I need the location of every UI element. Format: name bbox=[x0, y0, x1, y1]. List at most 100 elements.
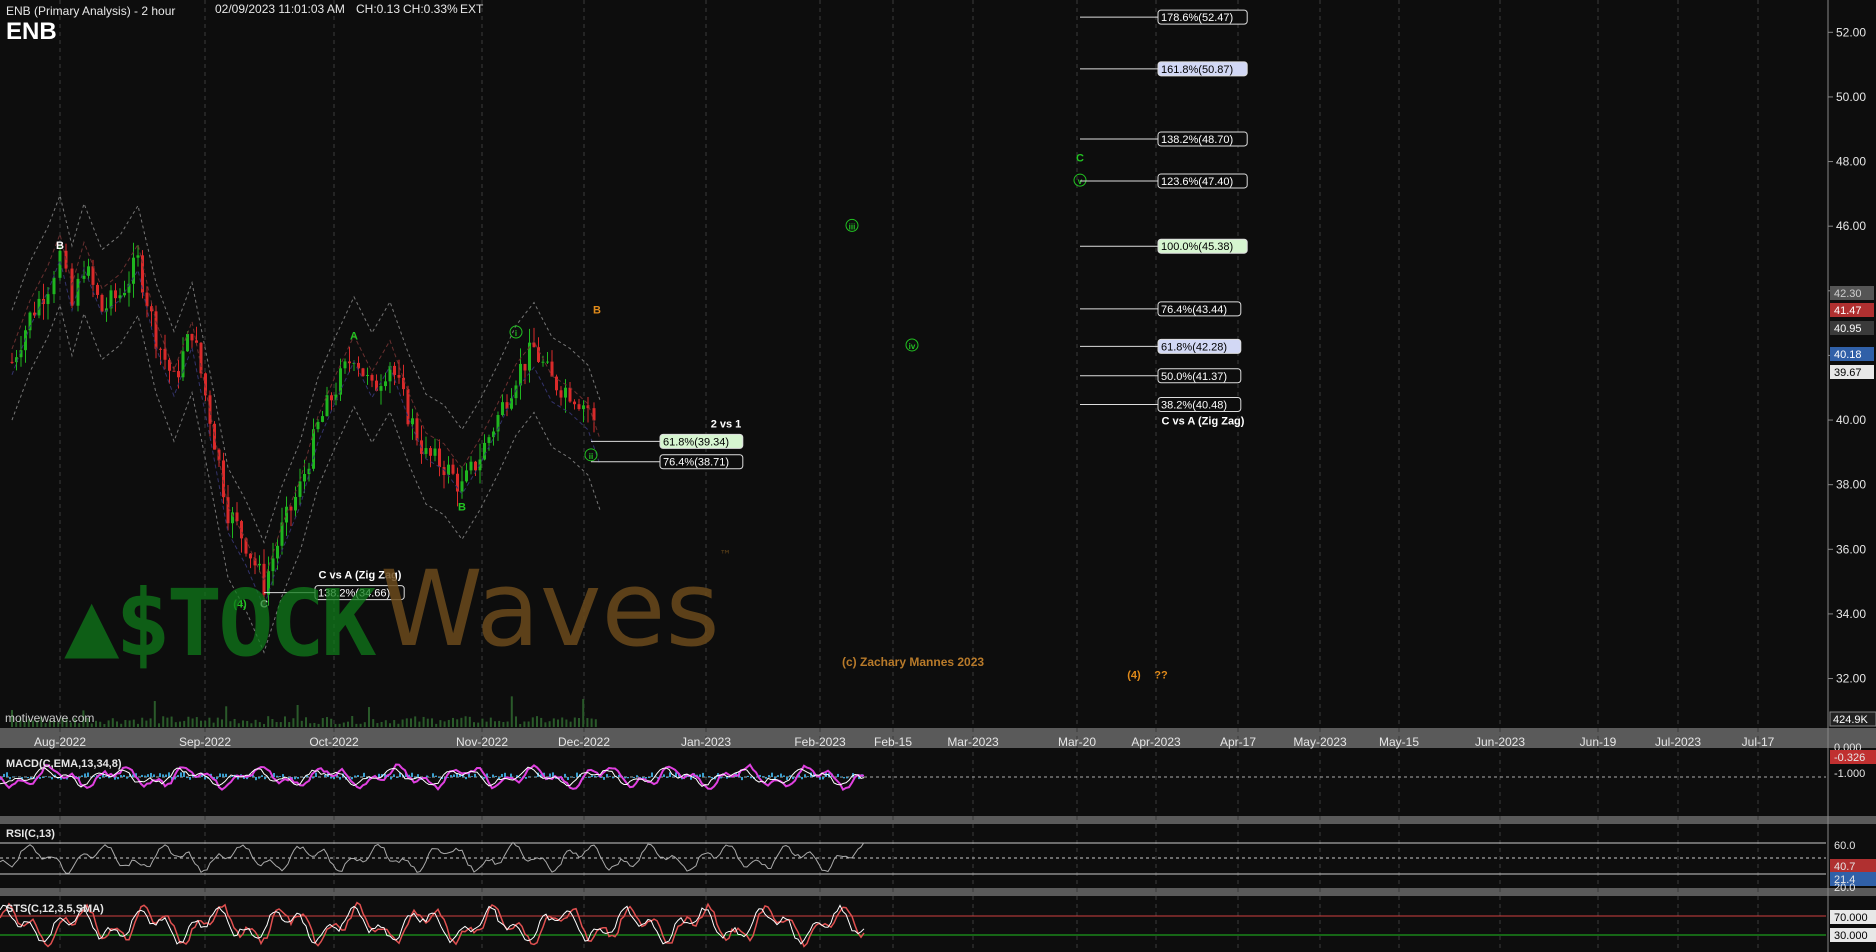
volume-bar bbox=[536, 716, 538, 727]
candle-body bbox=[429, 448, 432, 456]
x-tick-label: Jan-2023 bbox=[681, 735, 731, 749]
volume-bar bbox=[107, 720, 110, 727]
macd-histogram-bar bbox=[108, 777, 110, 779]
volume-bar bbox=[221, 719, 223, 727]
y-tick-label: 50.00 bbox=[1836, 90, 1866, 104]
candle-body bbox=[222, 460, 225, 498]
volume-bar bbox=[275, 722, 278, 727]
x-tick-label: Jul-2023 bbox=[1655, 735, 1701, 749]
candle-body bbox=[361, 368, 365, 376]
candle-body bbox=[402, 377, 405, 390]
candle-body bbox=[559, 390, 563, 398]
volume-bar bbox=[267, 716, 270, 727]
volume-bar bbox=[338, 723, 341, 727]
macd-histogram-bar bbox=[99, 777, 101, 780]
candle-body bbox=[186, 333, 189, 352]
macd-histogram-bar bbox=[255, 777, 257, 781]
price-tag-value: 41.47 bbox=[1834, 305, 1862, 317]
macd-histogram-bar bbox=[12, 776, 14, 777]
volume-bar bbox=[99, 721, 102, 727]
volume-bar bbox=[422, 716, 425, 727]
volume-bar bbox=[376, 723, 379, 727]
sts-label: STS(C,12,3,5,SMA) bbox=[6, 903, 104, 915]
candle-body bbox=[96, 284, 99, 295]
x-tick-label: Apr-2023 bbox=[1131, 735, 1181, 749]
macd-histogram-bar bbox=[288, 777, 290, 778]
fib-level-label: 76.4%(43.44) bbox=[1161, 304, 1227, 316]
macd-histogram-bar bbox=[204, 777, 206, 780]
macd-histogram-bar bbox=[504, 772, 506, 777]
volume-bar bbox=[565, 719, 568, 727]
macd-histogram-bar bbox=[222, 773, 224, 777]
change-percent: CH:0.33% bbox=[403, 2, 458, 16]
candle-body bbox=[592, 408, 596, 421]
candle-body bbox=[249, 553, 252, 559]
volume-bar bbox=[317, 723, 320, 727]
candle-body bbox=[523, 363, 527, 371]
macd-histogram-bar bbox=[456, 774, 458, 777]
macd-histogram-bar bbox=[264, 777, 266, 780]
wave-label: A bbox=[350, 330, 358, 342]
macd-histogram-bar bbox=[432, 773, 434, 777]
macd-label: MACD(C,EMA,13,34,8) bbox=[6, 758, 122, 770]
candle-body bbox=[564, 387, 567, 398]
volume-bar bbox=[183, 720, 186, 727]
macd-histogram-bar bbox=[81, 775, 83, 777]
macd-histogram-bar bbox=[801, 777, 803, 780]
candle-body bbox=[294, 496, 297, 511]
macd-histogram-bar bbox=[261, 775, 263, 777]
macd-histogram-bar bbox=[183, 772, 185, 777]
volume-bar bbox=[95, 720, 97, 727]
macd-histogram-bar bbox=[378, 773, 380, 777]
fib-set-title: 2 vs 1 bbox=[711, 418, 742, 430]
x-tick-label: Jun-19 bbox=[1580, 735, 1617, 749]
candle-body bbox=[321, 416, 324, 422]
candle-body bbox=[379, 386, 383, 391]
x-tick-label: Mar-20 bbox=[1058, 735, 1096, 749]
candle-body bbox=[433, 448, 437, 456]
volume-bar bbox=[544, 722, 547, 727]
candle-body bbox=[46, 294, 50, 305]
volume-bar bbox=[141, 717, 144, 727]
indicator-tick-label: 40.7 bbox=[1834, 861, 1855, 873]
rsi-label: RSI(C,13) bbox=[6, 828, 55, 840]
chart-title: ENB (Primary Analysis) - 2 hour bbox=[6, 4, 176, 18]
volume-bar bbox=[137, 723, 139, 727]
volume-bar bbox=[498, 720, 501, 727]
x-tick-label: Feb-15 bbox=[874, 735, 912, 749]
chart-canvas[interactable]: Aug-2022 Sep-2022 Oct-2022 Nov-2022 Dec-2022… bbox=[0, 0, 1876, 952]
macd-histogram-bar bbox=[594, 775, 596, 777]
volume-bar bbox=[552, 718, 555, 727]
candle-body bbox=[114, 290, 117, 299]
macd-histogram-bar bbox=[846, 777, 848, 779]
candle-body bbox=[438, 448, 441, 468]
volume-bar bbox=[128, 720, 131, 727]
x-tick-label: Mar-2023 bbox=[947, 735, 999, 749]
candle-body bbox=[303, 473, 306, 482]
macd-histogram-bar bbox=[6, 772, 8, 777]
macd-histogram-bar bbox=[492, 774, 494, 777]
macd-histogram-bar bbox=[663, 774, 665, 777]
candle-body bbox=[276, 545, 279, 559]
volume-bar bbox=[460, 717, 463, 727]
candle-body bbox=[568, 387, 572, 402]
candle-body bbox=[87, 266, 90, 276]
x-tick-label: Nov-2022 bbox=[456, 735, 508, 749]
volume-bar bbox=[456, 719, 459, 727]
x-tick-label: May-15 bbox=[1379, 735, 1419, 749]
macd-histogram-bar bbox=[747, 775, 749, 777]
volume-bar bbox=[401, 719, 404, 727]
volume-bar bbox=[242, 720, 244, 727]
volume-bar bbox=[452, 717, 454, 727]
fib-set-title: C vs A (Zig Zag) bbox=[1162, 416, 1245, 428]
macd-histogram-bar bbox=[777, 775, 779, 777]
candle-body bbox=[240, 521, 243, 539]
volume-bar bbox=[573, 717, 576, 727]
volume-bar bbox=[292, 718, 295, 727]
macd-histogram-bar bbox=[411, 772, 413, 777]
candle-body bbox=[145, 292, 149, 307]
fib-level-label: 123.6%(47.40) bbox=[1161, 176, 1233, 188]
x-tick-label: Oct-2022 bbox=[309, 735, 359, 749]
candle-body bbox=[163, 348, 167, 360]
macd-histogram-bar bbox=[786, 777, 788, 780]
